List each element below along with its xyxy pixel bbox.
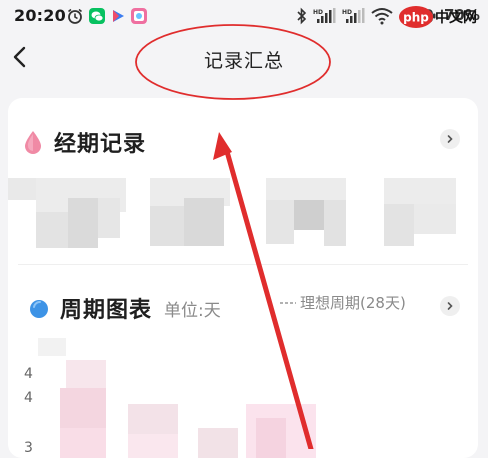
period-record-title: 经期记录: [54, 132, 147, 157]
cycle-chart-unit: 单位:天: [164, 300, 221, 321]
alarm-icon: [68, 8, 82, 24]
cycle-chart-title: 周期图表: [60, 298, 153, 323]
blurred-chart: [256, 418, 286, 458]
ideal-cycle-label: 理想周期(28天): [300, 294, 406, 312]
chevron-right-icon: [447, 135, 453, 143]
bluetooth-icon: [297, 7, 307, 25]
blurred-record: [266, 200, 294, 244]
axis-label: 4: [24, 366, 33, 382]
blurred-chart: [60, 428, 106, 458]
wifi-icon: [371, 8, 393, 25]
svg-text:php: php: [403, 11, 429, 25]
ideal-cycle-legend: 理想周期(28天): [280, 292, 406, 313]
status-icons-right: HD HD: [296, 7, 393, 25]
page-title: 记录汇总: [203, 50, 284, 72]
blurred-record: [294, 200, 324, 230]
svg-text:HD: HD: [342, 9, 352, 16]
blue-drop-icon: [30, 300, 48, 318]
cycle-chart-header[interactable]: 周期图表 单位:天: [28, 292, 221, 324]
blurred-record: [414, 204, 456, 234]
blurred-chart: [60, 388, 106, 428]
svg-text:中文网: 中文网: [435, 9, 477, 26]
summary-card: 经期记录 周期图表 单位:天 理想周期(28天) 4 4 3: [8, 98, 478, 458]
axis-label: 4: [24, 390, 33, 406]
blurred-record: [384, 178, 456, 204]
signal-icon: HD: [313, 8, 336, 23]
blurred-record: [68, 198, 98, 248]
blurred-chart: [38, 338, 66, 356]
blurred-chart: [198, 428, 238, 458]
status-bar: 20:20 HD HD 70% php 中文网: [0, 0, 488, 30]
period-record-header[interactable]: 经期记录: [22, 126, 146, 158]
signal-icon: HD: [342, 8, 365, 23]
blurred-record: [384, 204, 414, 246]
divider: [18, 264, 468, 265]
svg-text:HD: HD: [313, 9, 323, 16]
blurred-record: [98, 198, 120, 238]
blurred-record: [184, 198, 224, 246]
axis-label: 3: [24, 440, 33, 456]
wechat-icon: [89, 8, 105, 24]
blurred-chart: [128, 434, 178, 458]
chevron-right-icon: [447, 302, 453, 310]
gallery-icon: [131, 8, 147, 24]
blurred-record: [36, 212, 68, 248]
status-icons-left: [66, 7, 148, 25]
blurred-chart: [128, 404, 178, 434]
cycle-chart-more-button[interactable]: [440, 296, 460, 316]
dashed-line-icon: [280, 301, 296, 304]
watermark-logo: php 中文网: [399, 6, 477, 28]
nav-bar: 记录汇总: [0, 30, 488, 86]
blurred-record: [150, 206, 184, 246]
blurred-chart: [66, 360, 106, 388]
pink-drop-icon: [25, 131, 41, 154]
blurred-record: [266, 178, 346, 200]
period-record-more-button[interactable]: [440, 129, 460, 149]
status-time: 20:20: [14, 6, 66, 25]
blurred-record: [324, 200, 346, 246]
watermark: php 中文网: [398, 4, 480, 30]
play-icon: [113, 10, 124, 22]
